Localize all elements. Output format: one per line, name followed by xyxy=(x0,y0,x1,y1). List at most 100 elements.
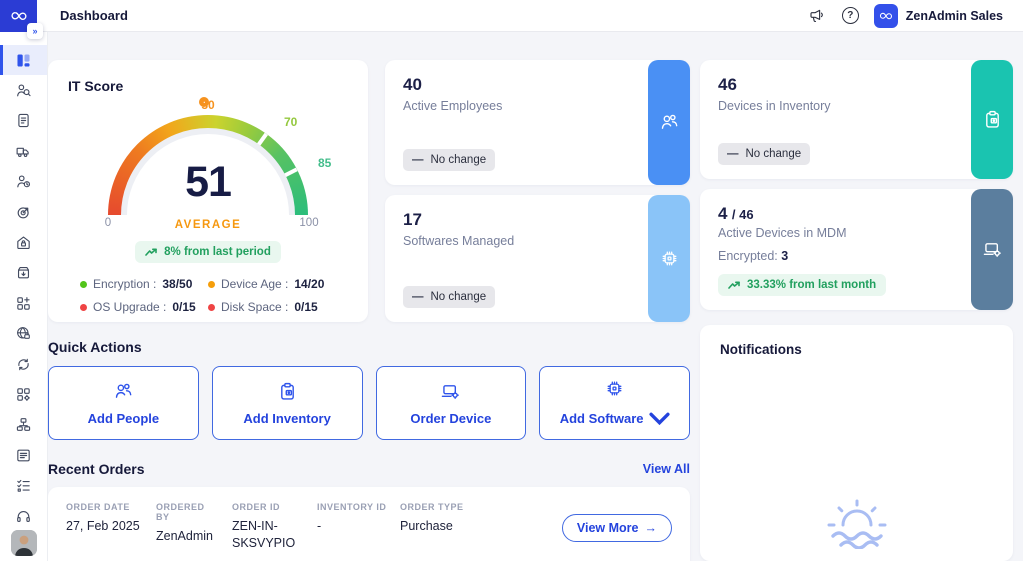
sidebar-item-apps-add[interactable] xyxy=(0,288,47,318)
org-switcher[interactable]: ZenAdmin Sales xyxy=(874,4,1003,28)
apps-settings-icon xyxy=(15,386,32,403)
dashboard-icon xyxy=(15,52,32,69)
sidebar-item-goals[interactable] xyxy=(0,197,47,227)
order-device-button[interactable]: Order Device xyxy=(376,366,527,440)
order-id-column: ORDER ID ZEN-IN-SKSVYPIO xyxy=(232,502,304,552)
no-change-badge: —No change xyxy=(403,149,495,171)
package-icon xyxy=(15,264,32,281)
laptop-gear-icon xyxy=(440,381,461,402)
list-icon xyxy=(15,447,32,464)
view-all-link[interactable]: View All xyxy=(643,462,690,476)
recent-orders-card: ORDER DATE 27, Feb 2025 ORDERED BY ZenAd… xyxy=(48,487,690,561)
topbar: Dashboard ? ZenAdmin Sales xyxy=(0,0,1023,32)
topbar-actions: ? ZenAdmin Sales xyxy=(807,4,1023,28)
checklist-icon xyxy=(15,477,32,494)
notifications-title: Notifications xyxy=(720,342,993,357)
gauge-marker-label: 50 xyxy=(198,98,218,112)
dash-icon: — xyxy=(727,148,739,160)
mdm-change-badge: 33.33% from last month xyxy=(718,274,886,296)
sidebar-item-package[interactable] xyxy=(0,258,47,288)
stat-panel xyxy=(971,60,1013,179)
dashboard-app: Dashboard ? ZenAdmin Sales » xyxy=(0,0,1023,561)
trend-up-icon xyxy=(728,280,741,290)
notifications-card: Notifications xyxy=(700,325,1013,561)
main-content: IT Score 50 70 85 0 100 xyxy=(48,32,1023,561)
sidebar-nav xyxy=(0,32,47,531)
avatar-photo xyxy=(11,530,37,556)
notifications-empty-state xyxy=(700,485,1013,549)
it-score-change-badge: 8% from last period xyxy=(135,241,281,263)
sidebar-item-delivery[interactable] xyxy=(0,136,47,166)
headset-icon xyxy=(15,508,32,525)
stat-card-active-employees[interactable]: 40 Active Employees —No change xyxy=(385,60,690,185)
order-type-column: ORDER TYPE Purchase xyxy=(400,502,480,535)
org-name: ZenAdmin Sales xyxy=(906,9,1003,23)
clipboard-device-icon xyxy=(982,109,1003,130)
it-score-gauge: 50 70 85 0 100 51 AVERAGE xyxy=(68,100,348,234)
person-time-icon xyxy=(15,173,32,190)
org-logo-icon xyxy=(874,4,898,28)
stat-panel xyxy=(971,189,1013,310)
sidebar-item-person-time[interactable] xyxy=(0,167,47,197)
quick-actions-title: Quick Actions xyxy=(48,339,690,355)
people-search-icon xyxy=(15,82,32,99)
sidebar-item-web-security[interactable] xyxy=(0,319,47,349)
sidebar-item-sync[interactable] xyxy=(0,349,47,379)
people-icon xyxy=(113,381,134,402)
delivery-icon xyxy=(15,143,32,160)
stat-label: Devices in Inventory xyxy=(718,99,831,113)
trend-up-icon xyxy=(145,247,158,257)
sidebar xyxy=(0,32,48,561)
legend-encryption: Encryption :38/50 xyxy=(80,277,208,291)
sidebar-item-support[interactable] xyxy=(0,501,47,531)
orange-dot-icon xyxy=(208,281,215,288)
page-title: Dashboard xyxy=(60,8,128,23)
chevron-down-icon xyxy=(649,408,670,429)
stat-label: Active Devices in MDM xyxy=(718,226,847,240)
sync-icon xyxy=(15,356,32,373)
add-people-button[interactable]: Add People xyxy=(48,366,199,440)
dash-icon: — xyxy=(412,154,424,166)
sidebar-item-notes[interactable] xyxy=(0,106,47,136)
it-score-title: IT Score xyxy=(68,78,348,94)
stat-value: 46 xyxy=(718,75,737,95)
web-security-icon xyxy=(15,325,32,342)
sidebar-item-dashboard[interactable] xyxy=(0,45,47,75)
it-score-value: 51 xyxy=(68,158,348,207)
people-icon xyxy=(659,112,680,133)
view-more-button[interactable]: View More→ xyxy=(562,514,672,542)
notes-icon xyxy=(15,112,32,129)
legend-disk-space: Disk Space :0/15 xyxy=(208,300,336,314)
announcements-icon[interactable] xyxy=(807,6,827,26)
no-change-badge: —No change xyxy=(403,286,495,308)
it-score-status: AVERAGE xyxy=(68,219,348,231)
help-icon[interactable]: ? xyxy=(842,7,859,24)
stat-card-mdm-devices[interactable]: 4 / 46 Active Devices in MDM Encrypted: … xyxy=(700,189,1013,310)
red-dot-icon xyxy=(80,304,87,311)
no-change-badge: —No change xyxy=(718,143,810,165)
add-software-button[interactable]: Add Software xyxy=(539,366,690,440)
sidebar-item-org-chart[interactable] xyxy=(0,410,47,440)
sidebar-expand-button[interactable]: » xyxy=(27,23,43,39)
user-avatar[interactable] xyxy=(11,530,37,556)
it-score-legend: Encryption :38/50 Device Age :14/20 OS U… xyxy=(68,277,348,314)
laptop-gear-icon xyxy=(982,239,1003,260)
apps-add-icon xyxy=(15,295,32,312)
stat-card-softwares-managed[interactable]: 17 Softwares Managed —No change xyxy=(385,195,690,322)
sidebar-item-home-security[interactable] xyxy=(0,227,47,257)
sidebar-item-apps-settings[interactable] xyxy=(0,379,47,409)
home-security-icon xyxy=(15,234,32,251)
stat-value: 4 / 46 xyxy=(718,204,754,224)
sidebar-item-people[interactable] xyxy=(0,75,47,105)
zenadmin-logo-icon xyxy=(9,6,29,26)
ordered-by-column: ORDERED BY ZenAdmin xyxy=(156,502,219,545)
stat-card-devices-inventory[interactable]: 46 Devices in Inventory —No change xyxy=(700,60,1013,179)
sidebar-item-checklist[interactable] xyxy=(0,470,47,500)
clipboard-device-icon xyxy=(277,381,298,402)
stat-panel xyxy=(648,60,690,185)
stat-value: 40 xyxy=(403,75,422,95)
sidebar-item-list[interactable] xyxy=(0,440,47,470)
quick-actions: Add People Add Inventory Order Device Ad… xyxy=(48,366,690,440)
red-dot-icon xyxy=(208,304,215,311)
add-inventory-button[interactable]: Add Inventory xyxy=(212,366,363,440)
